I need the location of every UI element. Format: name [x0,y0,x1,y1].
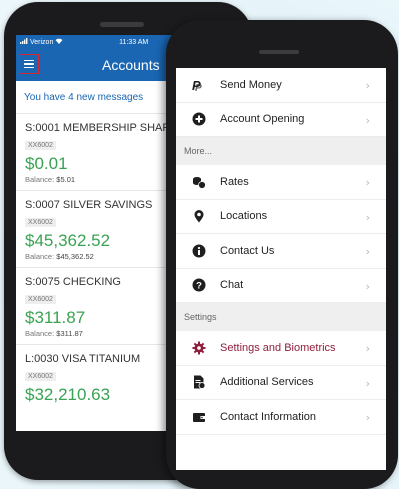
account-number-badge: XX6002 [25,295,56,304]
menu-item-label: Contact Us [220,244,275,257]
chevron-right-icon: › [365,79,370,92]
carrier-label: Verizon [30,38,54,46]
menu-item-contact-us[interactable]: Contact Us › [176,234,386,269]
time-label: 11:33 AM [119,38,149,46]
hamburger-menu-button[interactable] [19,54,39,74]
menu-item-account-opening[interactable]: Account Opening › [176,103,386,137]
menu-item-chat[interactable]: ? Chat › [176,269,386,303]
svg-text:P: P [195,83,202,92]
phone-menu: PP Send Money › Account Opening › More..… [166,20,398,489]
balance-value: $45,362.52 [56,252,94,261]
menu-item-additional-services[interactable]: Additional Services › [176,366,386,400]
wallet-icon [192,410,206,424]
speaker-grille [100,22,144,27]
menu-item-label: Additional Services [220,376,314,389]
balance-label: Balance: [25,175,55,184]
menu-item-settings-biometrics[interactable]: Settings and Biometrics › [176,331,386,366]
chevron-right-icon: › [365,113,370,127]
chevron-right-icon: › [365,279,370,293]
balance-label: Balance: [25,252,55,261]
map-pin-icon [192,209,206,223]
menu-item-rates[interactable]: Rates › [176,165,386,200]
hamburger-icon-line [24,63,34,65]
chevron-right-icon: › [365,411,370,424]
menu-item-send-money[interactable]: PP Send Money › [176,68,386,103]
document-icon [192,375,206,390]
account-number-badge: XX6002 [25,218,56,227]
account-number-badge: XX6002 [25,372,56,381]
menu-screen: PP Send Money › Account Opening › More..… [176,68,386,470]
signal-icon [20,38,28,46]
menu-item-label: Settings and Biometrics [220,341,336,354]
question-circle-icon: ? [192,278,206,292]
wifi-icon [55,38,63,46]
chevron-right-icon: › [365,376,370,390]
balance-label: Balance: [25,329,55,338]
menu-item-label: Account Opening [220,113,305,126]
chevron-right-icon: › [365,176,370,189]
section-header-more: More... [176,137,386,165]
hamburger-icon-line [24,66,34,69]
chevron-right-icon: › [365,210,370,224]
menu-item-contact-information[interactable]: Contact Information › [176,400,386,435]
plus-circle-icon [192,112,206,126]
menu-item-locations[interactable]: Locations › [176,200,386,234]
menu-item-label: Rates [220,175,249,188]
svg-text:?: ? [196,281,202,292]
section-header-settings: Settings [176,303,386,331]
balance-value: $311.87 [56,329,83,338]
coins-icon [192,175,206,189]
paypal-icon: PP [192,78,206,92]
hamburger-icon [24,59,34,62]
gear-icon [192,341,206,355]
menu-item-label: Locations [220,210,268,223]
chevron-right-icon: › [365,245,370,258]
speaker-grille [259,50,299,54]
page-title: Accounts [102,57,160,73]
account-number-badge: XX6002 [25,141,56,150]
menu-item-label: Chat [220,279,244,292]
info-circle-icon [192,244,206,258]
menu-item-label: Send Money [220,78,282,91]
chevron-right-icon: › [365,342,370,355]
balance-value: $5.01 [56,175,76,184]
menu-item-label: Contact Information [220,410,316,423]
